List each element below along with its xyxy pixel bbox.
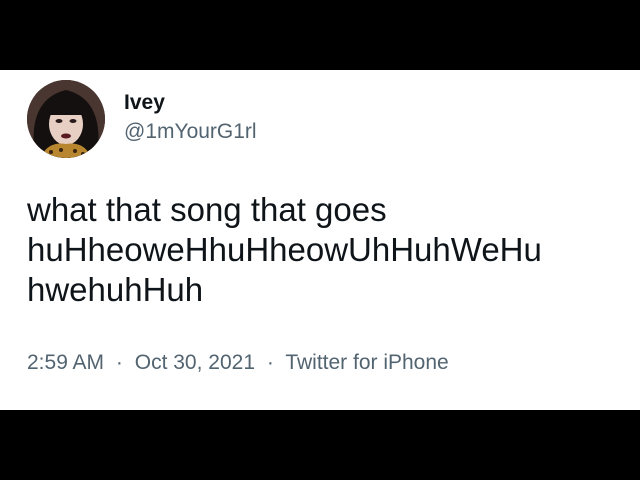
tweet-source[interactable]: Twitter for iPhone bbox=[285, 351, 448, 374]
author-display-name[interactable]: Ivey bbox=[124, 90, 257, 116]
profile-photo-icon bbox=[27, 80, 105, 158]
author-block: Ivey @1mYourG1rl bbox=[124, 90, 257, 145]
meta-separator: · bbox=[266, 351, 274, 374]
tweet-time[interactable]: 2:59 AM bbox=[27, 351, 104, 374]
meta-separator: · bbox=[115, 351, 123, 374]
screenshot-frame: Ivey @1mYourG1rl what that song that goe… bbox=[0, 0, 640, 480]
tweet-meta: 2:59 AM · Oct 30, 2021 · Twitter for iPh… bbox=[27, 350, 449, 376]
tweet-text: what that song that goes huHheoweHhuHheo… bbox=[27, 191, 542, 308]
author-handle[interactable]: @1mYourG1rl bbox=[124, 119, 257, 145]
tweet-card: Ivey @1mYourG1rl what that song that goe… bbox=[0, 70, 640, 410]
avatar[interactable] bbox=[27, 80, 105, 158]
tweet-date[interactable]: Oct 30, 2021 bbox=[135, 351, 255, 374]
